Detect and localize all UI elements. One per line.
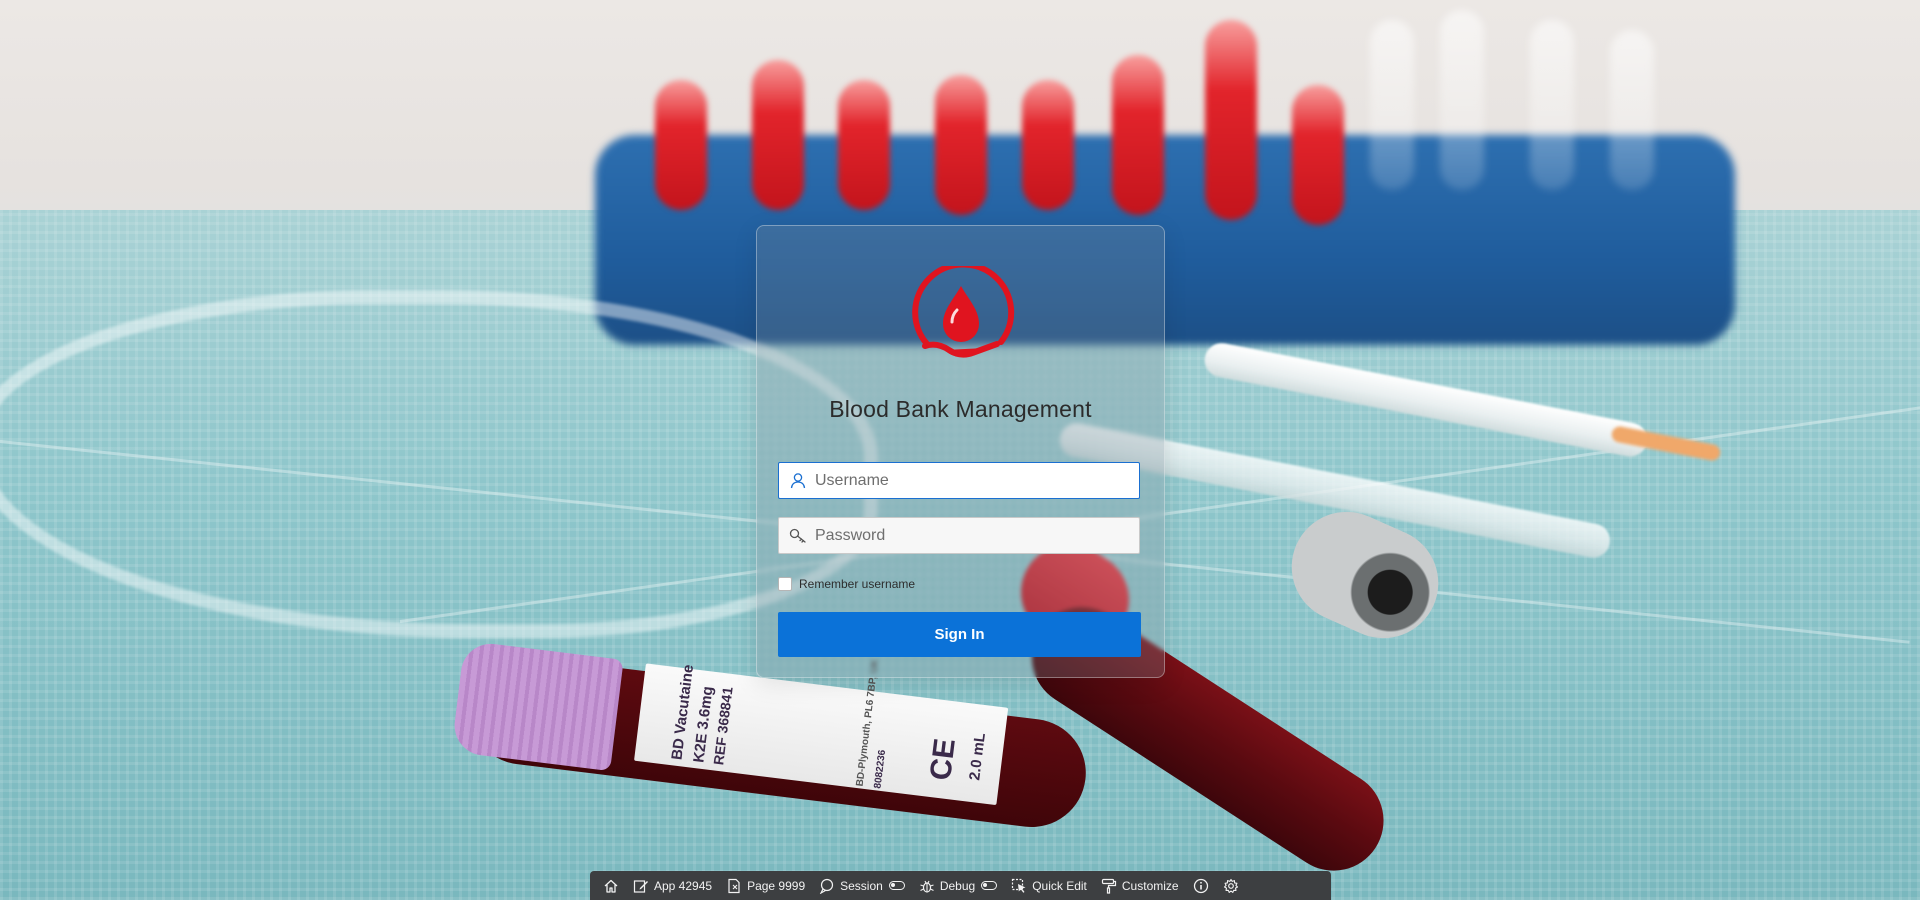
toolbar-customize-label: Customize [1121,878,1179,893]
username-input[interactable] [815,463,1133,498]
login-card: Blood Bank Management Remember username … [756,225,1165,678]
blurred-tube [655,80,707,210]
blurred-tube [1292,85,1344,225]
blood-bank-logo [912,266,1015,358]
toolbar-customize[interactable]: Customize [1094,871,1186,900]
quick-edit-icon [1012,878,1026,893]
toolbar-debug[interactable]: Debug [912,871,1004,900]
purple-tube-cap [451,640,624,772]
page-icon [728,878,740,893]
gear-icon [1223,878,1238,893]
blurred-tube [1610,30,1654,190]
toolbar-quick-edit[interactable]: Quick Edit [1004,871,1094,900]
session-icon [819,878,834,894]
toolbar-info[interactable] [1186,871,1216,900]
username-field[interactable] [778,462,1140,499]
blurred-tube [1530,20,1574,190]
blurred-tube [935,75,987,215]
toolbar-page[interactable]: Page 9999 [719,871,812,900]
blurred-tube [752,60,804,210]
password-input[interactable] [815,518,1133,553]
user-icon [790,473,806,489]
toolbar-quick-edit-label: Quick Edit [1032,878,1087,893]
blurred-tube [1440,10,1484,190]
debug-toggle-icon[interactable] [981,881,998,890]
paint-roller-icon [1101,878,1116,894]
key-icon [789,528,806,543]
blurred-tube [1112,55,1164,215]
safety-goggles [0,290,878,638]
toolbar-app-label: App 42945 [654,878,713,893]
bug-icon [920,880,934,893]
remember-label[interactable]: Remember username [799,577,915,591]
toolbar-settings[interactable] [1216,871,1246,900]
toolbar-debug-label: Debug [939,878,976,893]
blurred-tube [1022,80,1074,210]
blurred-tube [1205,20,1257,220]
app-title: Blood Bank Management [829,396,1092,422]
sign-in-button[interactable]: Sign In [778,612,1141,657]
remember-checkbox[interactable] [778,577,792,591]
toolbar-home[interactable] [596,871,626,900]
info-icon [1193,878,1208,893]
toolbar-session[interactable]: Session [812,871,912,900]
edit-icon [633,879,648,893]
password-field[interactable] [778,517,1140,554]
tube-label-text: 8082236 [872,749,889,790]
tube-label-text: CE [924,736,962,783]
session-toggle-icon[interactable] [888,881,905,890]
toolbar-session-label: Session [840,878,883,893]
home-icon [604,879,618,893]
toolbar-page-label: Page 9999 [747,878,806,893]
tube-label-text: 2.0 mL [966,732,989,782]
blurred-tube [838,80,890,210]
toolbar-app[interactable]: App 42945 [626,871,719,900]
remember-username[interactable]: Remember username [778,575,915,593]
developer-toolbar: App 42945 Page 9999 Session Debug Quick … [590,871,1331,900]
blurred-tube [1370,20,1414,190]
